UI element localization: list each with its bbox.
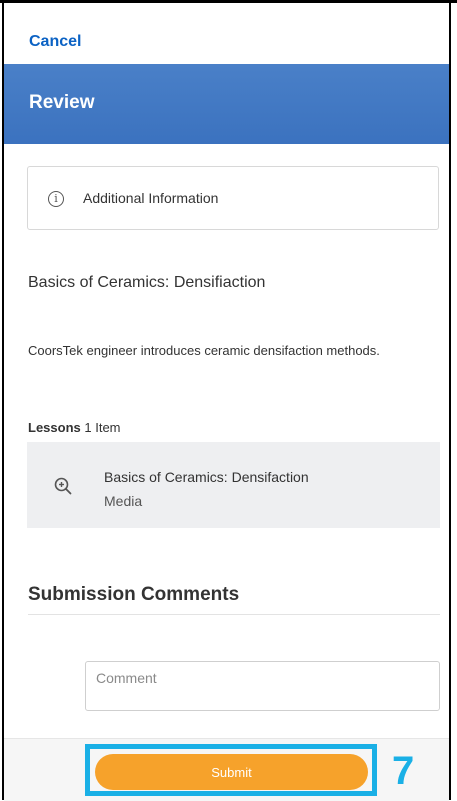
section-divider — [28, 614, 440, 615]
comment-field[interactable] — [85, 661, 440, 711]
top-border — [0, 0, 457, 3]
lessons-header: Lessons 1 Item — [28, 420, 121, 435]
step-number-annotation: 7 — [392, 749, 415, 793]
lesson-item[interactable]: Basics of Ceramics: Densifaction Media — [27, 442, 440, 528]
info-icon: i — [48, 191, 64, 207]
additional-information-card[interactable]: i Additional Information — [27, 166, 439, 230]
header-bar: Review — [4, 64, 449, 144]
right-gutter — [451, 3, 457, 800]
cancel-link[interactable]: Cancel — [29, 33, 81, 51]
lessons-count: 1 Item — [84, 420, 121, 435]
lessons-label: Lessons — [28, 420, 81, 435]
additional-information-label: Additional Information — [83, 190, 219, 206]
zoom-in-icon — [54, 477, 72, 495]
lesson-type: Media — [104, 493, 143, 509]
course-title: Basics of Ceramics: Densifiaction — [28, 274, 266, 291]
lesson-title: Basics of Ceramics: Densifaction — [104, 469, 309, 485]
page-title: Review — [29, 92, 95, 113]
highlight-box — [85, 744, 377, 796]
course-description: CoorsTek engineer introduces ceramic den… — [28, 343, 380, 358]
submission-comments-heading: Submission Comments — [28, 584, 240, 605]
